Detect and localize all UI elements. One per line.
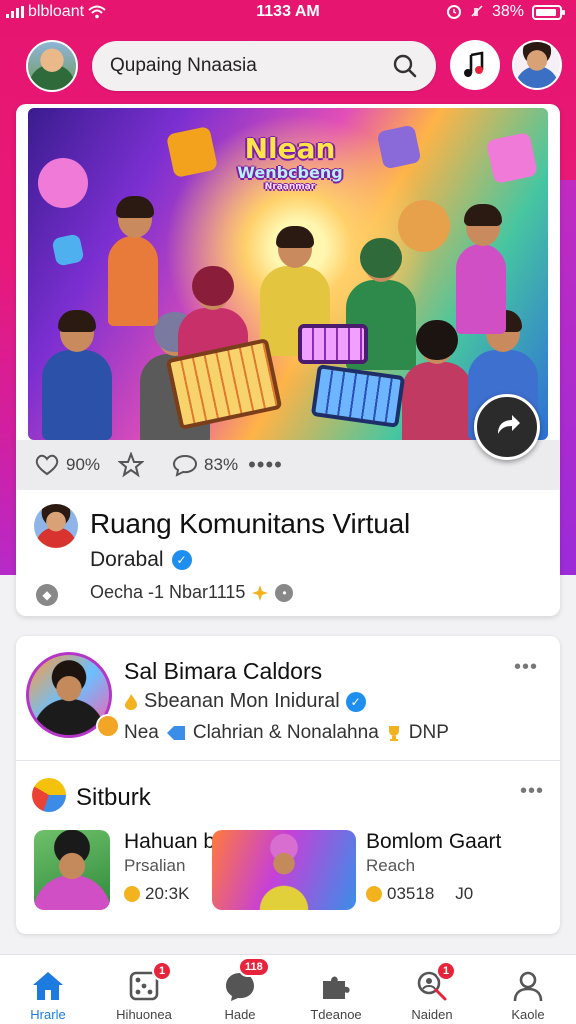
nav-search-label: Naiden <box>411 1007 453 1022</box>
item-stats-text: 20:3K <box>145 884 190 903</box>
section-title[interactable]: Sitburk <box>76 784 151 812</box>
post-info: Ruang Komunitans Virtual Dorabal ✓ ◆ Oec… <box>16 490 560 616</box>
author-name[interactable]: Dorabal <box>90 548 164 572</box>
home-icon <box>33 972 63 1000</box>
flame-icon <box>125 693 137 710</box>
nav-profile-label: Kaole <box>511 1007 545 1022</box>
verified-icon: ✓ <box>345 691 366 712</box>
hero-title-line1: Nlean <box>244 132 336 165</box>
badge-icon <box>96 714 120 738</box>
nav-search[interactable]: 1 Naiden <box>384 955 480 1024</box>
community-subtitle: Sbeanan Mon Inidural ✓ <box>124 690 366 713</box>
trophy-icon <box>388 726 399 741</box>
share-icon <box>498 415 520 434</box>
music-note-icon <box>464 51 484 77</box>
game-controller-icon: ◆ <box>36 584 58 606</box>
heart-icon[interactable] <box>34 453 60 477</box>
music-button[interactable] <box>450 40 500 90</box>
item-thumbnail[interactable] <box>34 830 110 910</box>
dice-cube <box>376 124 422 170</box>
sparkle-icon <box>252 584 269 601</box>
divider <box>16 760 560 761</box>
comment-count: 83% <box>204 455 239 474</box>
nav-badge: 118 <box>238 957 270 977</box>
nav-profile[interactable]: Kaole <box>480 955 576 1024</box>
nav-home[interactable]: Hrarle <box>0 955 96 1024</box>
hero-logo-title: Nlean Wenbcbeng Nraanmar <box>234 132 346 193</box>
nav-chat[interactable]: 118 Hade <box>192 955 288 1024</box>
item-subtitle: Prsalian <box>124 856 186 875</box>
hero-title-line2: Wenbcbeng <box>237 163 343 182</box>
item-stats: 03518 J0 <box>366 884 473 904</box>
star-icon[interactable] <box>118 452 145 478</box>
post-title[interactable]: Ruang Komunitans Virtual <box>90 508 410 540</box>
like-count: 90% <box>66 455 101 474</box>
game-board <box>298 324 368 364</box>
item-title[interactable]: Bomlom Gaart <box>366 830 501 854</box>
alarm-icon <box>446 5 461 19</box>
item-extra: J0 <box>455 884 474 903</box>
comment-icon[interactable] <box>172 453 198 477</box>
nav-home-label: Hrarle <box>30 1007 66 1022</box>
featured-post-card[interactable]: Nlean Wenbcbeng Nraanmar 90% 83% •••• Ru… <box>16 104 560 616</box>
item-thumbnail[interactable] <box>212 830 356 910</box>
tag-b: Clahrian & Nonalahna <box>192 722 379 743</box>
search-input[interactable]: Qupaing Nnaasia <box>110 55 392 77</box>
nav-badge: 1 <box>152 961 173 981</box>
search-bar[interactable]: Qupaing Nnaasia <box>92 41 436 91</box>
post-author-avatar[interactable] <box>34 504 78 548</box>
status-bar: blbloant 1133 AM 38% <box>0 0 576 24</box>
like-stat[interactable]: 90% <box>34 453 100 477</box>
coin-icon <box>124 886 140 902</box>
coin-icon <box>366 886 382 902</box>
share-fab-button[interactable] <box>474 394 540 460</box>
post-meta-text: Oecha -1 Nbar1115 <box>90 582 246 602</box>
more-options-icon[interactable]: ••• <box>520 780 544 803</box>
mute-icon <box>471 5 483 17</box>
more-options-icon[interactable]: ••• <box>514 656 538 679</box>
community-subtitle-text: Sbeanan Mon Inidural <box>144 690 340 712</box>
puzzle-icon <box>323 976 350 999</box>
post-hero-image[interactable]: Nlean Wenbcbeng Nraanmar <box>28 108 548 440</box>
dice-cube <box>485 131 539 185</box>
search-icon[interactable] <box>392 53 418 79</box>
battery-icon <box>532 4 565 20</box>
bear-toy <box>38 158 88 208</box>
user-avatar[interactable] <box>26 40 78 92</box>
post-author[interactable]: Dorabal ✓ <box>90 548 192 572</box>
bottom-navigation: Hrarle 1 Hihuonea 118 Hade Tdeanoe 1 Nai… <box>0 954 576 1024</box>
community-name[interactable]: Sal Bimara Caldors <box>124 658 322 685</box>
community-tags: Nea Clahrian & Nonalahna DNP <box>124 722 449 744</box>
more-options-icon[interactable]: •••• <box>248 452 283 478</box>
tag-c: DNP <box>408 722 449 743</box>
info-icon: • <box>275 583 294 602</box>
comment-stat[interactable]: 83% <box>172 453 238 477</box>
item-stats-text: 03518 <box>387 884 435 903</box>
dice-cube <box>51 233 85 267</box>
nav-explore[interactable]: Tdeanoe <box>288 955 384 1024</box>
community-card[interactable]: Sal Bimara Caldors ••• Sbeanan Mon Inidu… <box>16 636 560 934</box>
status-right: 38% <box>446 3 565 21</box>
verified-icon: ✓ <box>171 550 192 570</box>
game-board <box>310 364 406 428</box>
tag-icon <box>166 726 185 740</box>
post-meta: Oecha -1 Nbar1115 • <box>90 582 294 603</box>
nav-games[interactable]: 1 Hihuonea <box>96 955 192 1024</box>
bear-toy <box>398 200 450 252</box>
hero-title-line3: Nraanmar <box>264 182 316 192</box>
nav-games-label: Hihuonea <box>116 1007 172 1022</box>
nav-chat-label: Hade <box>224 1007 256 1022</box>
profile-avatar[interactable] <box>512 40 562 90</box>
item-subtitle: Reach <box>366 856 416 875</box>
section-logo-icon <box>32 778 66 812</box>
dice-cube <box>165 125 219 179</box>
nav-explore-label: Tdeanoe <box>310 1007 362 1022</box>
battery-percent: 38% <box>491 3 524 20</box>
profile-icon <box>513 971 543 1002</box>
item-title[interactable]: Hahuan b <box>124 830 215 854</box>
nav-badge: 1 <box>436 961 457 981</box>
tag-a: Nea <box>124 722 159 743</box>
post-stats-bar: 90% 83% •••• <box>16 440 560 490</box>
item-stats: 20:3K <box>124 884 189 904</box>
